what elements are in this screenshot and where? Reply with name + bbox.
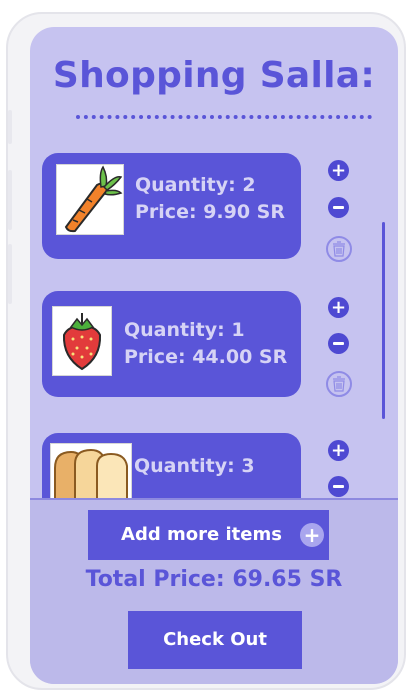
page-title: Shopping Salla: xyxy=(52,55,376,96)
quantity-value: 2 xyxy=(242,174,256,196)
total-price-label: Total Price: xyxy=(85,567,225,592)
plus-icon: + xyxy=(300,523,324,547)
plus-icon: + xyxy=(330,160,347,181)
cart-item-card: Quantity: 2 Price: 9.90 SR xyxy=(42,153,301,259)
title-underline xyxy=(76,115,372,119)
quantity-label: Quantity: xyxy=(135,174,236,196)
minus-icon xyxy=(333,206,344,209)
increase-quantity-button[interactable]: + xyxy=(328,297,349,318)
trash-icon[interactable] xyxy=(326,371,352,397)
decrease-quantity-button[interactable] xyxy=(328,197,349,218)
quantity-label: Quantity: xyxy=(134,455,235,477)
price-value: 44.00 SR xyxy=(192,346,288,368)
phone-side-button xyxy=(8,110,12,144)
quantity-label: Quantity: xyxy=(124,319,225,341)
item-details: Quantity: 3 xyxy=(134,453,255,480)
price-label: Price: xyxy=(124,346,186,368)
add-more-items-label: Add more items xyxy=(121,524,282,545)
carrot-image xyxy=(56,164,124,235)
plus-icon: + xyxy=(330,297,347,318)
phone-side-button xyxy=(8,170,12,230)
check-out-button[interactable]: Check Out xyxy=(128,611,302,669)
minus-icon xyxy=(333,342,344,345)
minus-icon xyxy=(333,485,344,488)
item-details: Quantity: 1 Price: 44.00 SR xyxy=(124,317,287,371)
strawberry-image xyxy=(52,306,112,376)
decrease-quantity-button[interactable] xyxy=(328,476,349,497)
plus-icon: + xyxy=(330,440,347,461)
price-value: 9.90 SR xyxy=(203,201,285,223)
phone-side-button xyxy=(8,244,12,304)
item-details: Quantity: 2 Price: 9.90 SR xyxy=(135,172,285,226)
app-screen: Shopping Salla: Quantity: 2 Price: 9.90 … xyxy=(30,27,398,684)
cart-item-card: Quantity: 1 Price: 44.00 SR xyxy=(42,291,301,397)
increase-quantity-button[interactable]: + xyxy=(328,440,349,461)
total-price: Total Price: 69.65 SR xyxy=(30,567,398,592)
quantity-value: 1 xyxy=(231,319,245,341)
quantity-value: 3 xyxy=(241,455,255,477)
increase-quantity-button[interactable]: + xyxy=(328,160,349,181)
scrollbar[interactable] xyxy=(382,222,385,419)
total-price-value: 69.65 SR xyxy=(232,567,343,592)
decrease-quantity-button[interactable] xyxy=(328,333,349,354)
trash-icon[interactable] xyxy=(326,236,352,262)
add-more-items-button[interactable]: Add more items + xyxy=(88,510,329,560)
price-label: Price: xyxy=(135,201,197,223)
bread-image xyxy=(50,443,132,503)
